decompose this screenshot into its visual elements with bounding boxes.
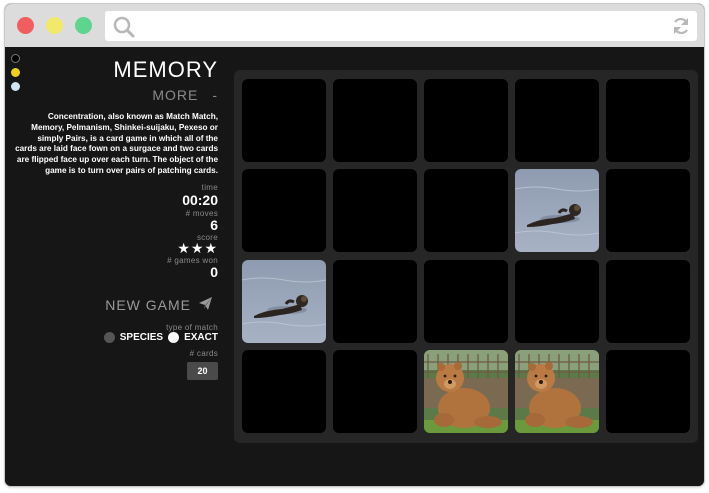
face-down-card[interactable] — [333, 169, 417, 252]
sea-otter-card[interactable] — [242, 260, 326, 343]
face-down-card[interactable] — [242, 79, 326, 162]
close-window-button[interactable] — [17, 17, 34, 34]
time-value: 00:20 — [182, 192, 218, 208]
face-down-card[interactable] — [333, 79, 417, 162]
minimize-window-button[interactable] — [46, 17, 63, 34]
cards-label: # cards — [189, 349, 218, 358]
new-game-label: NEW GAME — [105, 297, 191, 313]
face-down-card[interactable] — [606, 169, 690, 252]
game-description: Concentration, also known as Match Match… — [15, 112, 218, 175]
address-bar[interactable] — [105, 11, 697, 41]
moves-value: 6 — [210, 217, 218, 233]
exact-option-label: EXACT — [184, 332, 218, 343]
more-toggle[interactable]: MORE - — [152, 87, 218, 103]
sea-otter-image — [242, 260, 326, 343]
more-label: MORE — [152, 87, 199, 103]
face-down-card[interactable] — [333, 350, 417, 433]
score-stars: ★★★ — [177, 240, 218, 256]
search-icon — [113, 16, 135, 43]
face-down-card[interactable] — [606, 350, 690, 433]
more-toggle-icon: - — [212, 87, 218, 103]
face-down-card[interactable] — [424, 169, 508, 252]
exact-radio[interactable] — [168, 332, 180, 343]
face-down-card[interactable] — [606, 79, 690, 162]
page-title: MEMORY — [113, 57, 218, 82]
time-label: time — [201, 183, 218, 192]
face-down-card[interactable] — [242, 350, 326, 433]
face-down-card[interactable] — [424, 79, 508, 162]
brown-bear-card[interactable] — [515, 350, 599, 433]
face-down-card[interactable] — [242, 169, 326, 252]
match-type-group: SPECIES EXACT — [103, 332, 218, 343]
brown-bear-image — [515, 350, 599, 433]
reload-icon[interactable] — [671, 16, 691, 41]
face-down-card[interactable] — [515, 79, 599, 162]
face-down-card[interactable] — [333, 260, 417, 343]
face-down-card[interactable] — [515, 260, 599, 343]
maximize-window-button[interactable] — [75, 17, 92, 34]
sea-otter-card[interactable] — [515, 169, 599, 252]
face-down-card[interactable] — [606, 260, 690, 343]
brown-bear-image — [424, 350, 508, 433]
memory-app: MEMORY MORE - Concentration, also known a… — [5, 47, 704, 486]
species-radio[interactable] — [103, 332, 115, 343]
paper-plane-icon — [199, 297, 212, 313]
games-won-value: 0 — [210, 264, 218, 280]
sidebar: MEMORY MORE - Concentration, also known a… — [15, 47, 218, 486]
match-type-label: type of match — [166, 323, 218, 332]
brown-bear-card[interactable] — [424, 350, 508, 433]
sea-otter-image — [515, 169, 599, 252]
game-board — [234, 70, 698, 443]
browser-chrome — [5, 4, 704, 47]
new-game-button[interactable]: NEW GAME — [105, 297, 212, 313]
face-down-card[interactable] — [424, 260, 508, 343]
browser-window: MEMORY MORE - Concentration, also known a… — [5, 4, 704, 486]
cards-count-input[interactable]: 20 — [187, 362, 218, 380]
species-option-label: SPECIES — [119, 332, 164, 343]
